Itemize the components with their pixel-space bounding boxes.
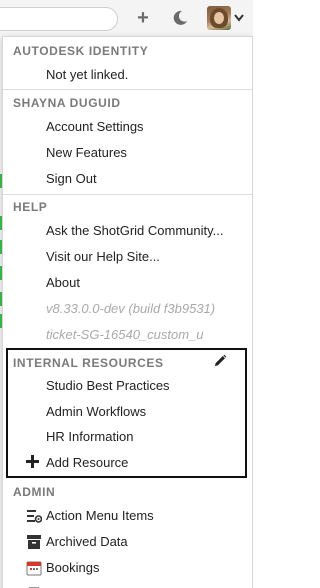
section-heading-autodesk-identity: AUTODESK IDENTITY [13,44,149,58]
app-root: + AUTODESK IDENTITY Not yet linked. SHAY… [0,0,253,588]
divider [3,194,252,195]
add-resource-button[interactable]: Add Resource [46,455,128,470]
menu-item-studio-best-practices[interactable]: Studio Best Practices [46,378,170,393]
section-heading-admin: ADMIN [13,485,56,499]
section-heading-help: HELP [13,200,48,214]
ticket-text: ticket-SG-16540_custom_u [46,327,204,342]
divider [3,89,252,90]
archive-icon [27,535,41,549]
user-dropdown-menu: AUTODESK IDENTITY Not yet linked. SHAYNA… [2,36,253,588]
menu-item-not-linked[interactable]: Not yet linked. [46,67,128,82]
calendar-icon [26,561,42,576]
section-heading-user: SHAYNA DUGUID [13,96,121,110]
menu-item-about[interactable]: About [46,275,80,290]
moon-icon[interactable] [171,9,189,27]
menu-item-account-settings[interactable]: Account Settings [46,119,144,134]
avatar[interactable] [207,6,231,30]
chevron-down-icon[interactable] [234,14,244,22]
plus-icon[interactable]: + [133,8,153,28]
plus-icon[interactable] [26,455,39,468]
action-menu-icon [27,510,42,523]
menu-item-action-menu-items[interactable]: Action Menu Items [46,508,154,523]
version-text: v8.33.0.0-dev (build f3b9531) [46,301,216,316]
top-toolbar: + [0,0,253,36]
section-heading-internal-resources: INTERNAL RESOURCES [13,356,164,370]
menu-item-sign-out[interactable]: Sign Out [46,171,97,186]
menu-item-hr-information[interactable]: HR Information [46,429,133,444]
menu-item-community[interactable]: Ask the ShotGrid Community... [46,223,224,238]
pencil-icon[interactable] [213,354,227,368]
search-input[interactable] [0,7,118,31]
menu-item-new-features[interactable]: New Features [46,145,127,160]
menu-item-admin-workflows[interactable]: Admin Workflows [46,404,146,419]
menu-item-archived-data[interactable]: Archived Data [46,534,128,549]
menu-item-bookings[interactable]: Bookings [46,560,99,575]
menu-item-help-site[interactable]: Visit our Help Site... [46,249,160,264]
